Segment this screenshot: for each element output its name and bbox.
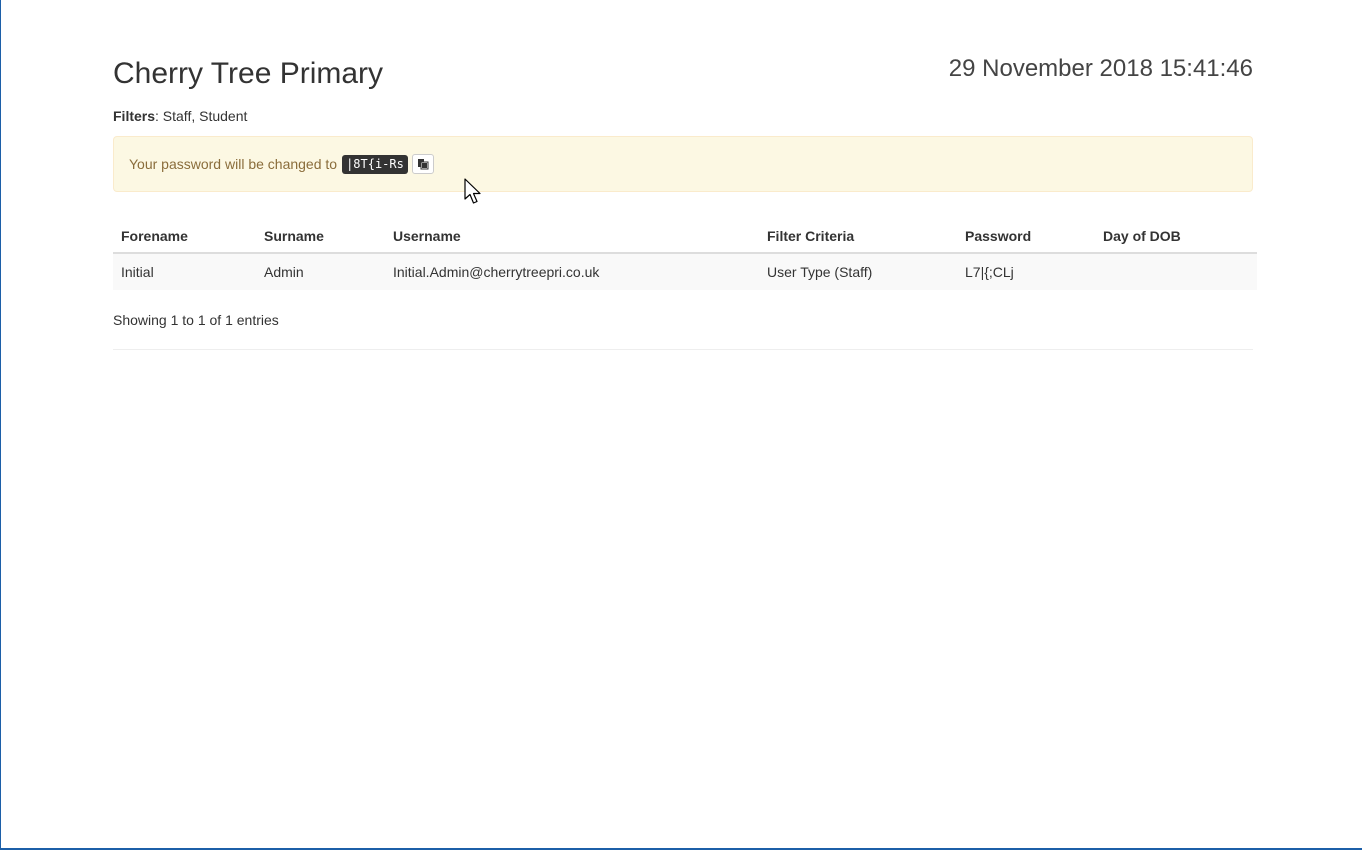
users-table: Forename Surname Username Filter Criteri…	[113, 222, 1257, 290]
cell-filter-criteria: User Type (Staff)	[759, 253, 957, 290]
clipboard-icon	[417, 159, 429, 170]
cell-username: Initial.Admin@cherrytreepri.co.uk	[385, 253, 759, 290]
column-header-filter-criteria[interactable]: Filter Criteria	[759, 222, 957, 254]
mouse-pointer-icon	[464, 178, 481, 204]
table-row: Initial Admin Initial.Admin@cherrytreepr…	[113, 253, 1257, 290]
page-title: Cherry Tree Primary	[113, 57, 384, 90]
alert-message: Your password will be changed to	[129, 156, 338, 172]
column-header-forename[interactable]: Forename	[113, 222, 256, 254]
column-header-username[interactable]: Username	[385, 222, 759, 254]
filters-value: Staff, Student	[158, 108, 248, 124]
column-header-password[interactable]: Password	[957, 222, 1095, 254]
table-info: Showing 1 to 1 of 1 entries	[113, 312, 279, 328]
new-password-code: |8T{i-Rs	[342, 154, 408, 174]
cell-forename: Initial	[113, 253, 256, 290]
filters-label: Filters	[113, 108, 156, 124]
table-header-row: Forename Surname Username Filter Criteri…	[113, 222, 1257, 254]
cell-surname: Admin	[256, 253, 385, 290]
cell-day-of-dob	[1095, 253, 1257, 290]
filters-summary: Filters: Staff, Student	[113, 107, 247, 125]
report-timestamp: 29 November 2018 15:41:46	[948, 55, 1253, 82]
password-change-alert: Your password will be changed to |8T{i-R…	[113, 136, 1253, 192]
column-header-day-of-dob[interactable]: Day of DOB	[1095, 222, 1257, 254]
divider	[113, 349, 1253, 350]
column-header-surname[interactable]: Surname	[256, 222, 385, 254]
cell-password: L7|{;CLj	[957, 253, 1095, 290]
copy-password-button[interactable]	[411, 154, 434, 174]
